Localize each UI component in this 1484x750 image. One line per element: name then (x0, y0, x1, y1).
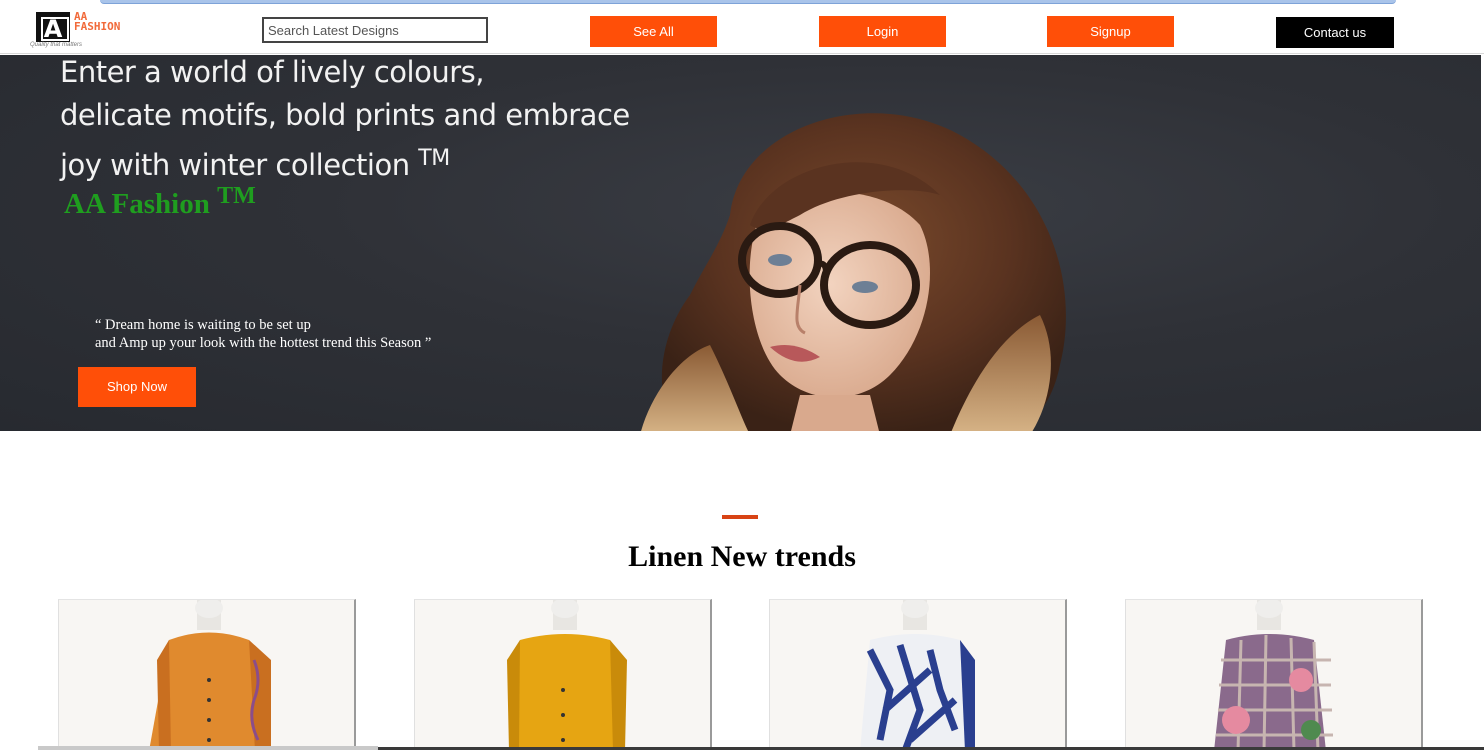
product-card[interactable] (414, 599, 712, 750)
page: A AA FASHION Quality that matters See Al… (0, 0, 1484, 750)
logo[interactable]: A AA FASHION Quality that matters (30, 11, 140, 52)
hero-headline-line1: Enter a world of lively colours, (60, 55, 484, 89)
see-all-button[interactable]: See All (590, 16, 717, 47)
section-divider (722, 515, 758, 519)
product-image-yellow-kurta (507, 600, 627, 750)
contact-us-button[interactable]: Contact us (1276, 17, 1394, 48)
product-image-floral-check-kurta (1214, 600, 1333, 750)
horizontal-scrollbar[interactable] (38, 746, 378, 750)
hero-brand-tm: TM (217, 183, 256, 209)
logo-tagline: Quality that matters (30, 42, 83, 48)
hero-quote-line1: “ Dream home is waiting to be set up (95, 317, 311, 333)
product-card[interactable] (58, 599, 356, 750)
login-button[interactable]: Login (819, 16, 946, 47)
product-image-orange-kurta (149, 600, 271, 750)
hero-quote-line2: and Amp up your look with the hottest tr… (95, 335, 432, 351)
logo-text-line2: FASHION (74, 20, 121, 33)
product-card[interactable] (1125, 599, 1423, 750)
hero-model-image (641, 113, 1066, 431)
hero-headline-line3-text: joy with winter collection (60, 148, 410, 182)
hero-headline: Enter a world of lively colours, delicat… (60, 55, 630, 187)
hero-headline-tm: TM (418, 146, 450, 171)
site-header: A AA FASHION Quality that matters See Al… (0, 4, 1484, 54)
section-title: Linen New trends (628, 540, 856, 573)
logo-text: AA FASHION (74, 11, 121, 33)
logo-mark-icon: A (36, 12, 70, 43)
product-card[interactable] (769, 599, 1067, 750)
hero-brand: AA Fashion TM (64, 183, 256, 221)
product-image-blue-print-kurta (860, 600, 975, 750)
hero-banner: Enter a world of lively colours, delicat… (0, 55, 1481, 431)
hero-headline-line2: delicate motifs, bold prints and embrace (60, 98, 630, 132)
shop-now-button[interactable]: Shop Now (78, 367, 196, 407)
hero-headline-line3: joy with winter collection TM (60, 137, 630, 187)
search-input[interactable] (262, 17, 488, 43)
signup-button[interactable]: Signup (1047, 16, 1174, 47)
hero-quote: “ Dream home is waiting to be set up and… (95, 316, 431, 352)
hero-brand-name: AA Fashion (64, 188, 210, 220)
